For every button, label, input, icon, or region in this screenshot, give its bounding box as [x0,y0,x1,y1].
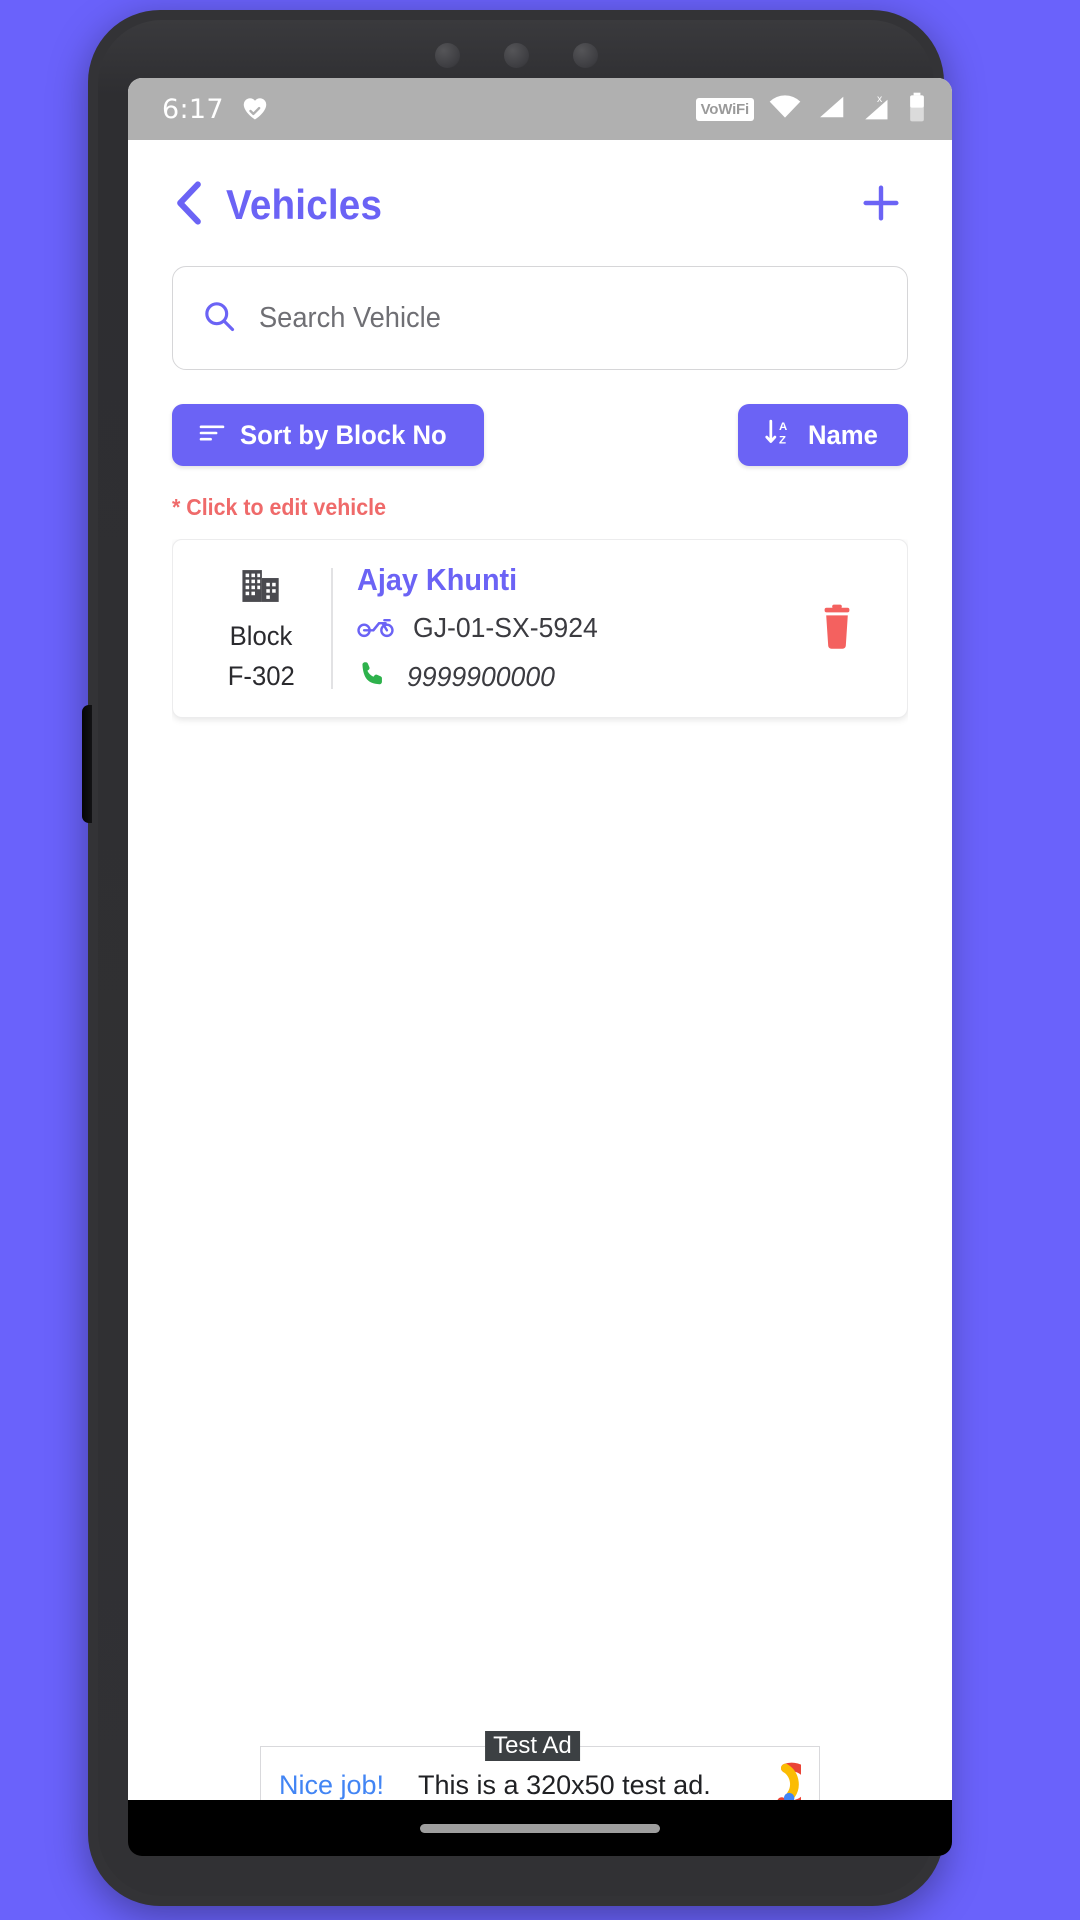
sort-lines-icon [198,420,226,451]
building-icon [238,563,284,614]
search-input[interactable] [259,301,842,335]
vehicle-card[interactable]: Block F-302 Ajay Khunti GJ-01-SX-5924 99… [172,539,908,718]
home-indicator[interactable] [420,1823,660,1833]
block-label: Block [229,621,293,652]
phone-screen: 6:17 VoWiFi x Vehicles Search Vehicle So… [128,78,952,1830]
sort-az-down-icon: A Z [764,417,794,454]
motorcycle-icon [357,613,395,644]
svg-text:x: x [877,93,883,104]
vehicle-phone-row: 9999900000 [357,658,807,695]
status-bar-left: 6:17 [162,93,270,126]
search-icon [201,298,237,339]
ad-test-label: Test Ad [485,1731,580,1761]
status-bar-right: VoWiFi x [695,92,926,127]
ad-body-text: This is a 320x50 test ad. [418,1769,711,1800]
sort-by-block-label: Sort by Block No [240,419,447,450]
plus-icon [858,180,904,231]
camera-sensor-dot [434,43,460,68]
signal-bars-icon [816,94,846,125]
vehicle-phone-number: 9999900000 [407,660,555,692]
app-header: Vehicles [128,140,952,252]
delete-vehicle-button[interactable] [807,599,867,659]
status-time: 6:17 [162,93,224,125]
signal-no-sim-icon: x [860,92,894,127]
card-divider [331,568,333,689]
search-bar[interactable] [172,266,908,370]
sort-controls: Sort by Block No A Z Name [172,404,908,466]
vehicle-block-column: Block F-302 [199,562,323,695]
block-value: F-302 [227,661,295,691]
ad-cta-text[interactable]: Nice job! [279,1770,384,1801]
svg-text:A: A [779,421,787,433]
vehicle-plate-number: GJ-01-SX-5924 [413,612,598,643]
phone-icon [357,658,389,695]
vowifi-badge: VoWiFi [695,97,754,121]
phone-sensor-row [88,43,944,68]
add-vehicle-button[interactable] [854,178,908,232]
svg-text:Z: Z [779,434,786,446]
vehicle-owner-name: Ajay Khunti [357,562,518,597]
vehicle-plate-row: GJ-01-SX-5924 [357,612,807,644]
vehicle-info-column: Ajay Khunti GJ-01-SX-5924 9999900000 [357,562,807,695]
sort-by-name-label: Name [808,419,879,450]
status-bar: 6:17 VoWiFi x [128,78,952,140]
assistant-button[interactable] [82,705,92,823]
back-button[interactable] [172,180,216,230]
proximity-sensor-dot [503,43,529,68]
sort-by-name-button[interactable]: A Z Name [738,404,908,466]
page-title: Vehicles [226,181,383,228]
battery-icon [908,92,926,127]
earpiece-sensor-dot [572,43,598,68]
chevron-left-icon [172,180,206,231]
edit-hint-text: * Click to edit vehicle [172,494,386,520]
heart-check-icon [240,93,270,126]
trash-icon [815,603,859,654]
wifi-icon [768,94,802,125]
gesture-navigation-bar [128,1800,952,1856]
vehicle-list: Block F-302 Ajay Khunti GJ-01-SX-5924 99… [172,539,908,1746]
sort-by-block-button[interactable]: Sort by Block No [172,404,484,466]
